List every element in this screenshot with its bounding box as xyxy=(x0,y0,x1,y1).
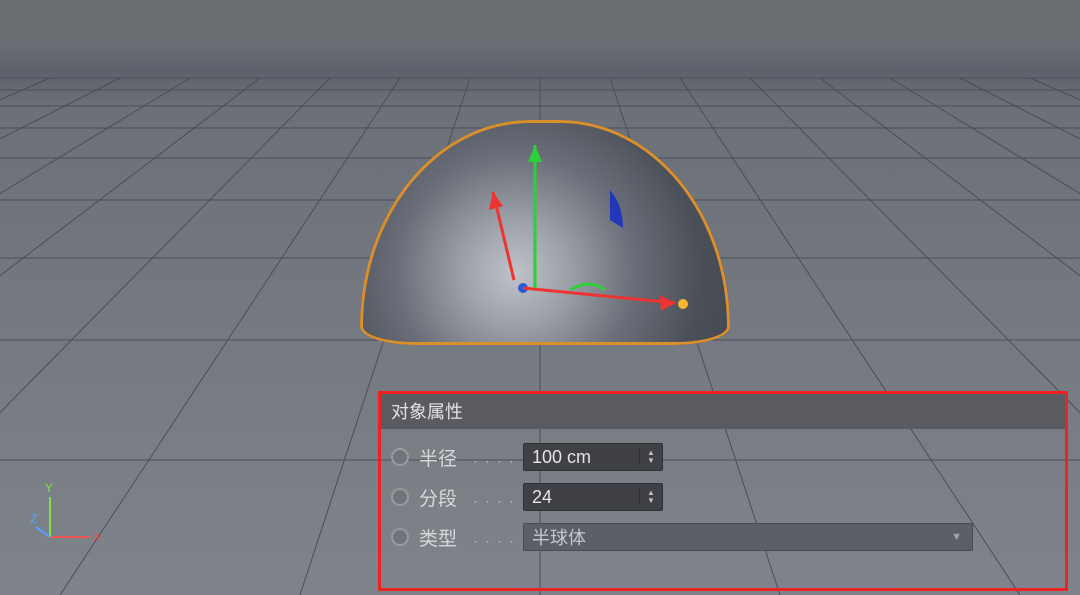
object-properties-panel: 对象属性 半径 . . . . 100 cm ▲▼ 分段 . . . . 24 … xyxy=(378,391,1068,591)
dots-icon: . . . . xyxy=(473,527,515,548)
property-row-radius: 半径 . . . . 100 cm ▲▼ xyxy=(391,437,1055,477)
spin-down-icon: ▼ xyxy=(647,457,655,465)
hemisphere-object[interactable] xyxy=(360,120,730,345)
type-dropdown[interactable]: 半球体 ▼ xyxy=(523,523,973,551)
radius-spinner[interactable]: ▲▼ xyxy=(639,449,662,465)
panel-body: 半径 . . . . 100 cm ▲▼ 分段 . . . . 24 ▲▼ 类型 xyxy=(381,429,1065,561)
segments-spinner[interactable]: ▲▼ xyxy=(639,489,662,505)
segments-input[interactable]: 24 ▲▼ xyxy=(523,483,663,511)
type-label: 类型 xyxy=(419,524,469,551)
viewport-3d[interactable]: X Y Z 对象属性 半径 . . . . 100 cm ▲▼ 分段 . . .… xyxy=(0,0,1080,595)
segments-label: 分段 xyxy=(419,484,469,511)
type-value: 半球体 xyxy=(524,524,594,550)
property-row-segments: 分段 . . . . 24 ▲▼ xyxy=(391,477,1055,517)
radius-input[interactable]: 100 cm ▲▼ xyxy=(523,443,663,471)
segments-value[interactable]: 24 xyxy=(524,487,639,508)
property-row-type: 类型 . . . . 半球体 ▼ xyxy=(391,517,1055,557)
dots-icon: . . . . xyxy=(473,487,515,508)
keyframe-toggle-icon[interactable] xyxy=(391,528,409,546)
hemisphere-surface xyxy=(360,120,730,345)
keyframe-toggle-icon[interactable] xyxy=(391,448,409,466)
panel-title: 对象属性 xyxy=(381,394,1065,429)
radius-value[interactable]: 100 cm xyxy=(524,447,639,468)
keyframe-toggle-icon[interactable] xyxy=(391,488,409,506)
chevron-down-icon: ▼ xyxy=(951,531,972,543)
radius-label: 半径 xyxy=(419,444,469,471)
spin-down-icon: ▼ xyxy=(647,497,655,505)
dots-icon: . . . . xyxy=(473,447,515,468)
